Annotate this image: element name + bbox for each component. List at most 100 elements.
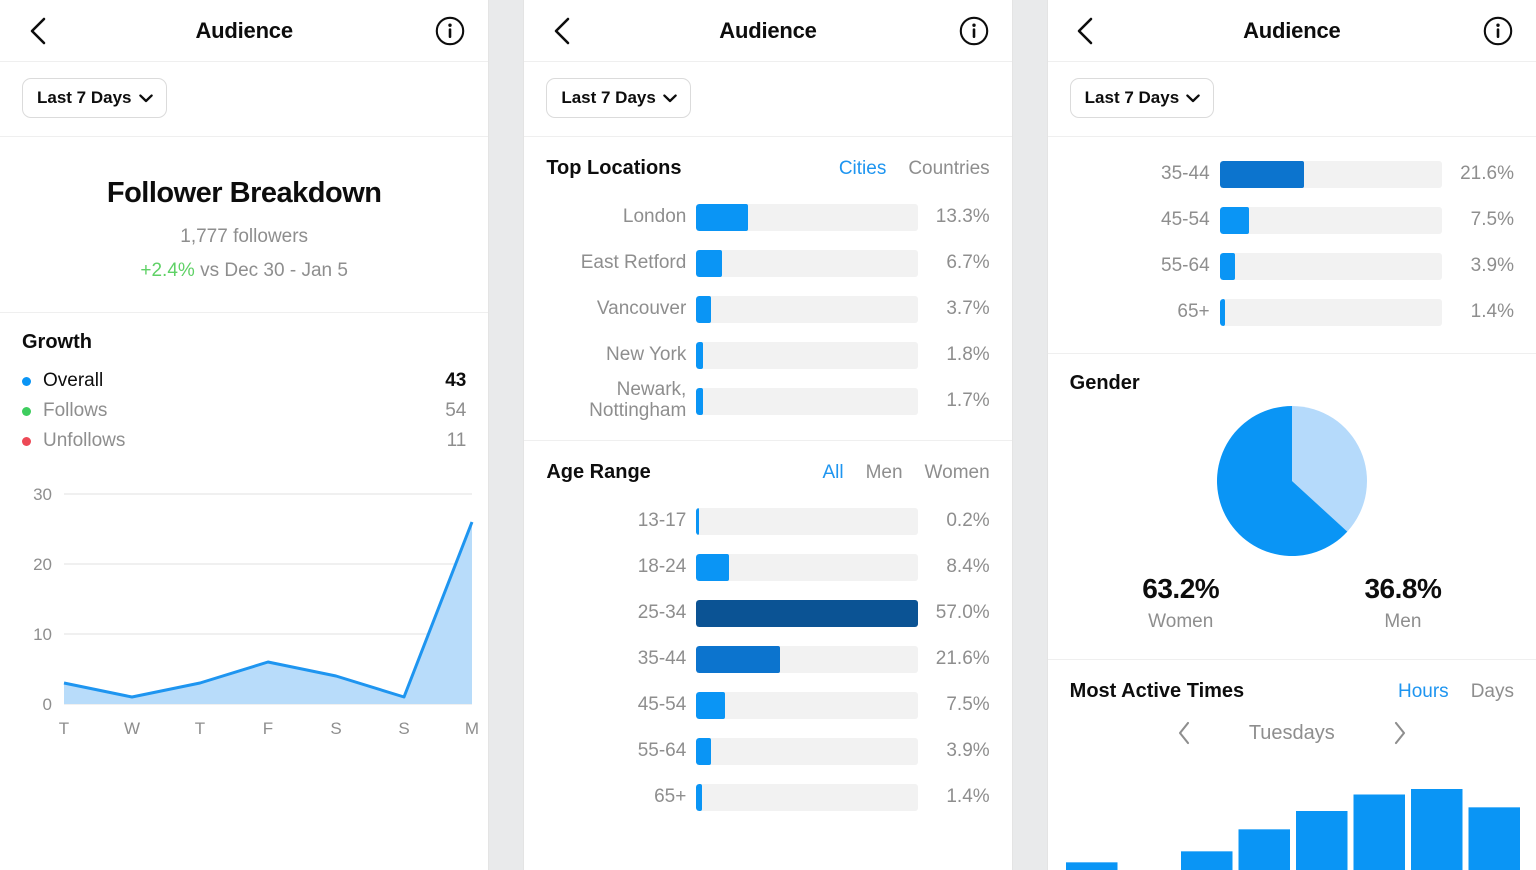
back-chevron-left-icon[interactable]	[22, 16, 52, 46]
bar-fill	[696, 342, 703, 369]
hour-bar	[1468, 807, 1520, 870]
most-active-times-title: Most Active Times	[1070, 680, 1245, 703]
next-day-chevron-right-icon[interactable]	[1393, 721, 1407, 745]
bar-row-label: 45-54	[546, 695, 696, 716]
tab-days[interactable]: Days	[1471, 681, 1514, 703]
bar-row-label: 13-17	[546, 511, 696, 532]
tab-cities[interactable]: Cities	[839, 158, 887, 180]
top-locations-title: Top Locations	[546, 157, 681, 180]
x-axis-tick-label: W	[124, 719, 140, 738]
follower-breakdown-title: Follower Breakdown	[20, 177, 468, 210]
page-title: Audience	[0, 18, 488, 44]
back-chevron-left-icon[interactable]	[546, 16, 576, 46]
bar-track	[1220, 207, 1442, 234]
date-filter-bar: Last 7 Days	[524, 62, 1011, 137]
bar-track	[1220, 299, 1442, 326]
growth-legend-row[interactable]: Unfollows11	[22, 426, 466, 456]
follower-delta-value: +2.4%	[140, 260, 194, 281]
chevron-down-icon	[139, 88, 153, 108]
follower-count: 1,777 followers	[20, 226, 468, 248]
most-active-times-tabs: Hours Days	[1398, 681, 1514, 703]
growth-legend-row[interactable]: Overall43	[22, 366, 466, 396]
gender-stat-women: 63.2% Women	[1070, 573, 1292, 633]
date-range-dropdown[interactable]: Last 7 Days	[22, 78, 167, 118]
bar-row-label: 45-54	[1070, 210, 1220, 231]
bar-row: East Retford6.7%	[546, 240, 989, 286]
previous-day-chevron-left-icon[interactable]	[1177, 721, 1191, 745]
tab-countries[interactable]: Countries	[908, 158, 989, 180]
bar-row-percentage: 1.4%	[918, 786, 990, 808]
info-circle-icon[interactable]	[958, 15, 990, 47]
bar-row: 65+1.4%	[546, 774, 989, 820]
bar-row: 65+1.4%	[1070, 289, 1514, 335]
y-axis-tick-label: 0	[43, 695, 52, 714]
bar-row: 55-643.9%	[546, 728, 989, 774]
bar-fill	[696, 296, 710, 323]
bar-track	[696, 204, 917, 231]
date-filter-bar: Last 7 Days	[0, 62, 488, 137]
bar-fill	[696, 204, 748, 231]
bar-row: 25-3457.0%	[546, 590, 989, 636]
bar-row-percentage: 3.9%	[918, 740, 990, 762]
legend-label: Overall	[43, 370, 103, 392]
tab-men[interactable]: Men	[866, 462, 903, 484]
bar-row-label: 18-24	[546, 557, 696, 578]
info-circle-icon[interactable]	[1482, 15, 1514, 47]
bar-row-label: 55-64	[1070, 256, 1220, 277]
bar-fill	[696, 600, 917, 627]
bar-fill	[696, 250, 722, 277]
growth-title: Growth	[22, 331, 466, 354]
growth-section: Growth Overall43 Follows 54 Unfollows11 0 10…	[0, 313, 488, 753]
legend-value: 11	[447, 430, 467, 452]
y-axis-tick-label: 10	[33, 625, 52, 644]
bar-track	[696, 508, 917, 535]
navigation-bar: Audience	[0, 0, 488, 62]
bar-track	[1220, 253, 1442, 280]
tab-all[interactable]: All	[822, 462, 843, 484]
bar-track	[696, 342, 917, 369]
legend-dot-icon	[22, 437, 31, 446]
bar-row-percentage: 21.6%	[918, 648, 990, 670]
x-axis-tick-label: T	[195, 719, 205, 738]
bar-row: 55-643.9%	[1070, 243, 1514, 289]
bar-fill	[1220, 207, 1249, 234]
bar-fill	[1220, 161, 1304, 188]
info-circle-icon[interactable]	[434, 15, 466, 47]
day-selector: Tuesdays	[1048, 707, 1536, 753]
date-range-dropdown[interactable]: Last 7 Days	[546, 78, 691, 118]
back-chevron-left-icon[interactable]	[1070, 16, 1100, 46]
bar-track	[1220, 161, 1442, 188]
bar-track	[696, 738, 917, 765]
x-axis-tick-label: M	[465, 719, 479, 738]
bar-row-percentage: 1.4%	[1442, 301, 1514, 323]
gender-title: Gender	[1070, 372, 1514, 395]
legend-label: Follows	[43, 400, 107, 422]
legend-value: 54	[445, 400, 466, 422]
bar-row-label: 35-44	[546, 649, 696, 670]
bar-row: 13-17 0.2%	[546, 498, 989, 544]
bar-row-percentage: 1.8%	[918, 344, 990, 366]
chevron-down-icon	[1186, 88, 1200, 108]
hour-bar	[1411, 789, 1463, 870]
growth-legend-row[interactable]: Follows 54	[22, 396, 466, 426]
bar-track	[696, 646, 917, 673]
bar-row: 18-248.4%	[546, 544, 989, 590]
x-axis-tick-label: T	[59, 719, 69, 738]
navigation-bar: Audience	[524, 0, 1011, 62]
men-label: Men	[1292, 611, 1514, 633]
date-range-dropdown[interactable]: Last 7 Days	[1070, 78, 1215, 118]
bar-track	[696, 554, 917, 581]
age-range-continued-section: 35-4421.6%45-547.5%55-643.9%65+1.4%	[1048, 137, 1536, 354]
tab-women[interactable]: Women	[925, 462, 990, 484]
bar-row-percentage: 0.2%	[918, 510, 990, 532]
bar-row-label: 25-34	[546, 603, 696, 624]
bar-row-label: London	[546, 207, 696, 228]
bar-row: New York1.8%	[546, 332, 989, 378]
panel2-content: Top Locations CitiesCountries London13.3…	[524, 137, 1011, 870]
chevron-down-icon	[663, 88, 677, 108]
panel-gender-active-times: Audience Last 7 Days 35-4421.6%45-547.5%…	[1047, 0, 1536, 870]
bar-fill	[696, 784, 701, 811]
bar-row-percentage: 3.7%	[918, 298, 990, 320]
age-range-bar-list: 13-17 0.2% 18-248.4%25-3457.0% 35-44 21.6% 45…	[524, 488, 1011, 836]
tab-hours[interactable]: Hours	[1398, 681, 1449, 703]
